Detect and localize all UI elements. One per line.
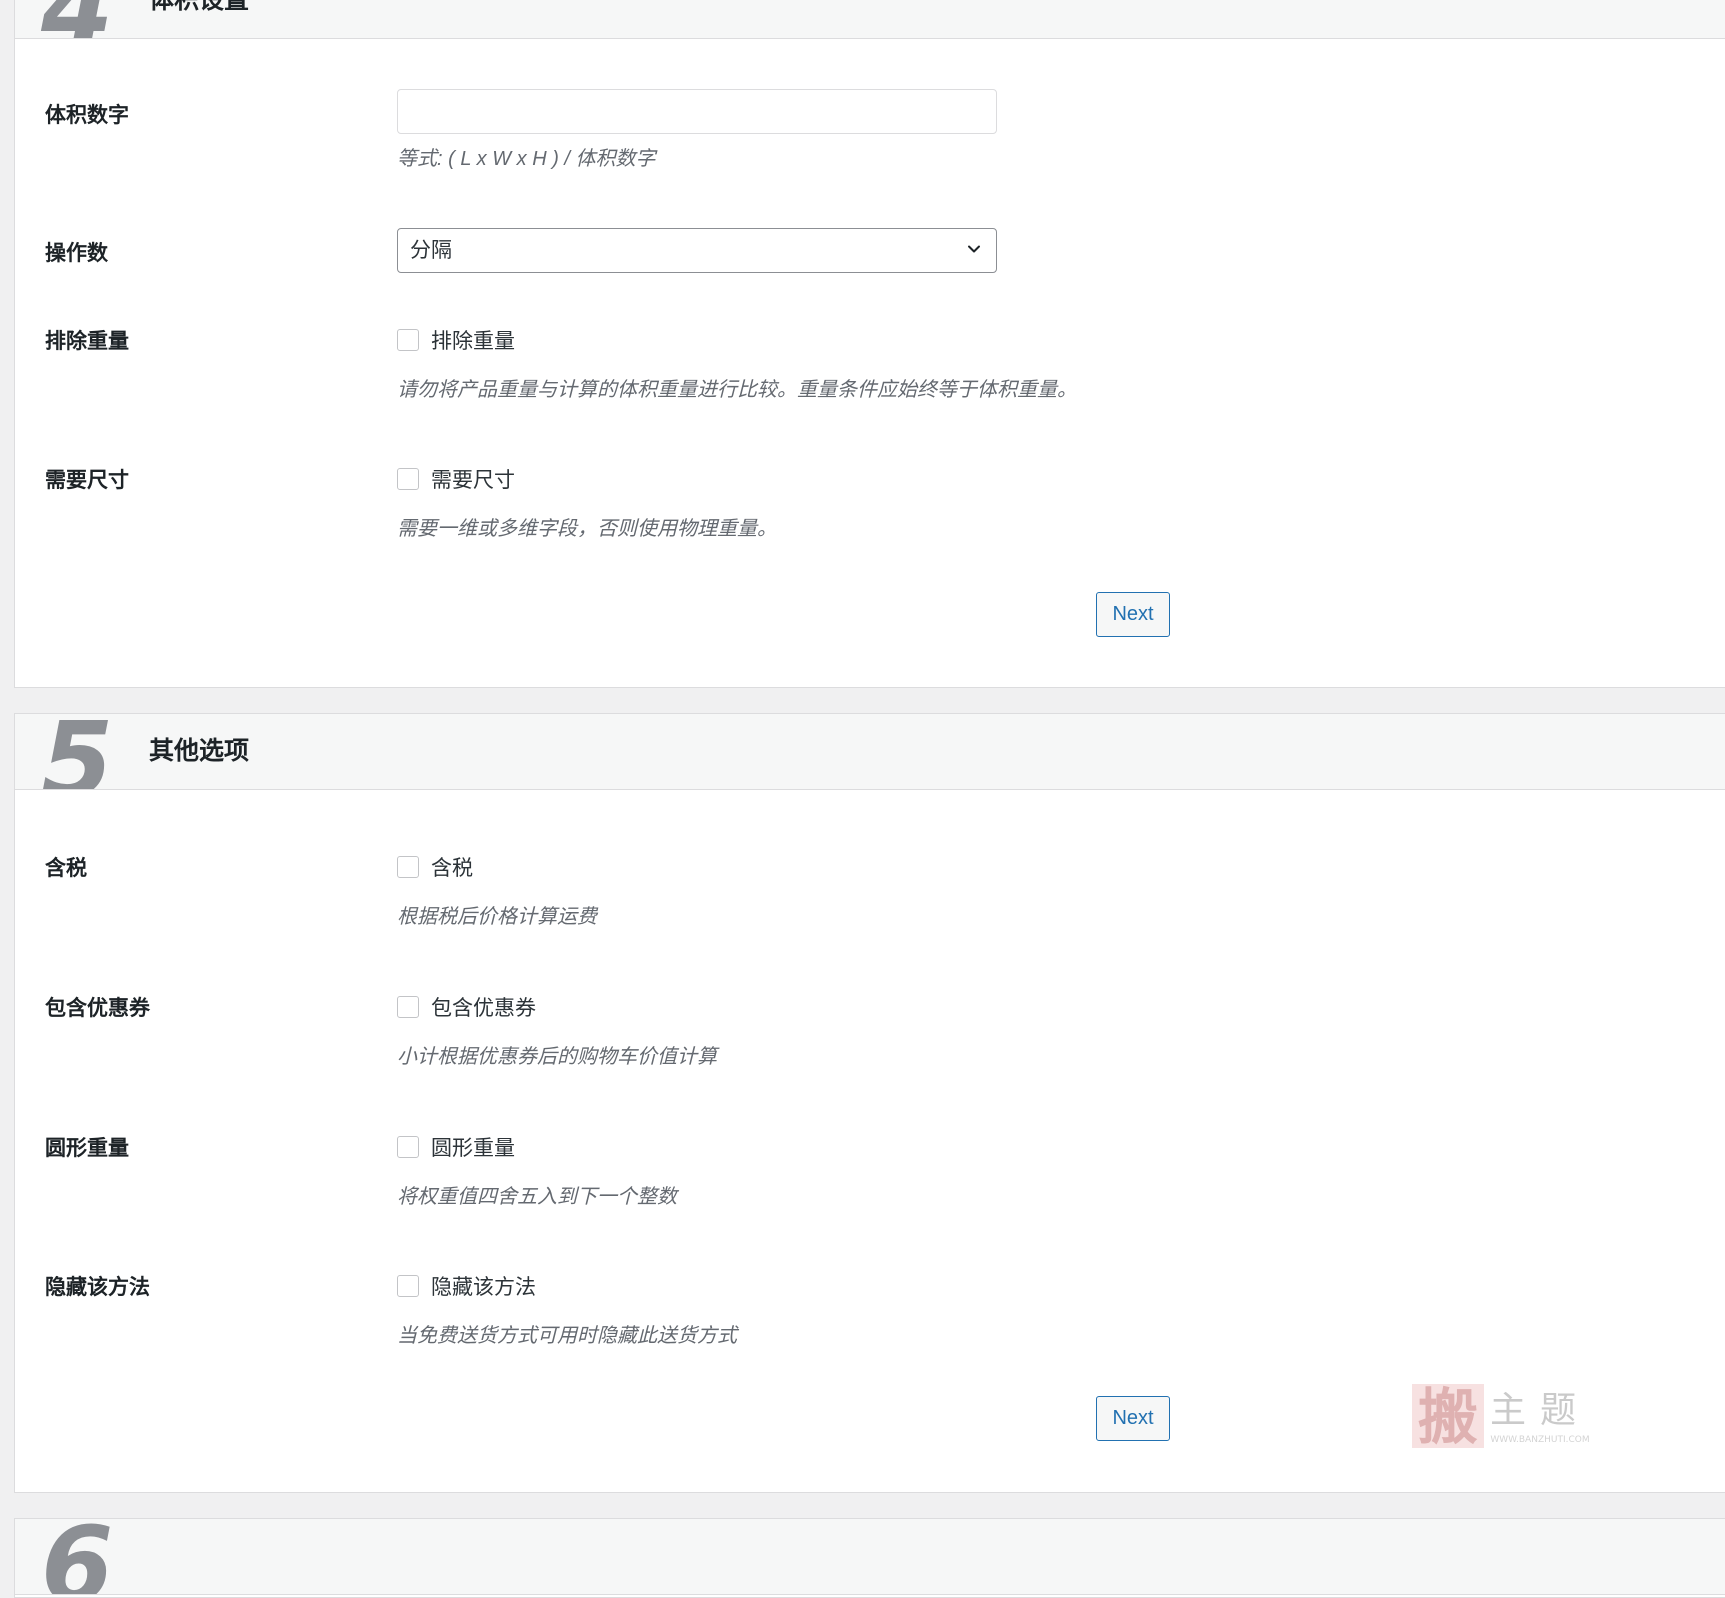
exclude-weight-checkbox[interactable] — [397, 329, 419, 351]
field-label: 含税 — [45, 857, 87, 880]
select-value: 分隔 — [410, 239, 452, 262]
section-volume-settings: 4 体积设置 体积数字 等式: ( L x W x H ) / 体积数字 操作数… — [14, 0, 1725, 688]
checkbox-label: 排除重量 — [431, 330, 515, 353]
field-operator: 分隔 — [397, 228, 997, 273]
round-weight-option[interactable]: 圆形重量 — [397, 1132, 677, 1162]
include-coupons-option[interactable]: 包含优惠券 — [397, 992, 717, 1022]
include-tax-option[interactable]: 含税 — [397, 852, 597, 882]
field-round-weight: 圆形重量 将权重值四舍五入到下一个整数 — [397, 1132, 677, 1209]
require-dimensions-option[interactable]: 需要尺寸 — [397, 464, 777, 494]
field-label: 包含优惠券 — [45, 997, 150, 1020]
next-button[interactable]: Next — [1096, 1396, 1170, 1441]
field-require-dimensions: 需要尺寸 需要一维或多维字段，否则使用物理重量。 — [397, 464, 777, 541]
section-other-options: 5 其他选项 含税 含税 根据税后价格计算运费 包含优惠券 包含优惠券 小计根据… — [14, 713, 1725, 1493]
svg-text:WWW.BANZHUTI.COM: WWW.BANZHUTI.COM — [1490, 1435, 1589, 1445]
section-title: 其他选项 — [149, 737, 250, 765]
field-description: 等式: ( L x W x H ) / 体积数字 — [397, 148, 656, 170]
hide-method-checkbox[interactable] — [397, 1275, 419, 1297]
step-number: 6 — [41, 1519, 113, 1595]
field-description: 需要一维或多维字段，否则使用物理重量。 — [397, 518, 777, 540]
section-header: 6 — [15, 1519, 1725, 1595]
include-coupons-checkbox[interactable] — [397, 996, 419, 1018]
field-volume-number: 等式: ( L x W x H ) / 体积数字 — [397, 89, 997, 171]
hide-method-option[interactable]: 隐藏该方法 — [397, 1271, 737, 1301]
field-description: 根据税后价格计算运费 — [397, 906, 597, 928]
section-header: 5 其他选项 — [15, 714, 1725, 790]
field-hide-method: 隐藏该方法 当免费送货方式可用时隐藏此送货方式 — [397, 1271, 737, 1348]
field-description: 将权重值四舍五入到下一个整数 — [397, 1186, 677, 1208]
field-description: 小计根据优惠券后的购物车价值计算 — [397, 1046, 717, 1068]
step-number: 5 — [41, 714, 113, 790]
checkbox-label: 需要尺寸 — [431, 469, 515, 492]
field-exclude-weight: 排除重量 请勿将产品重量与计算的体积重量进行比较。重量条件应始终等于体积重量。 — [397, 325, 1077, 402]
volume-number-input[interactable] — [397, 89, 997, 134]
field-label: 操作数 — [45, 242, 108, 265]
checkbox-label: 包含优惠券 — [431, 997, 536, 1020]
svg-text:搬: 搬 — [1418, 1383, 1478, 1452]
checkbox-label: 含税 — [431, 857, 473, 880]
field-label: 体积数字 — [45, 104, 129, 127]
field-label: 需要尺寸 — [45, 469, 129, 492]
require-dimensions-checkbox[interactable] — [397, 468, 419, 490]
checkbox-label: 隐藏该方法 — [431, 1276, 536, 1299]
svg-text:主题: 主题 — [1490, 1390, 1590, 1431]
watermark-logo: 搬 主题 WWW.BANZHUTI.COM — [1412, 1383, 1590, 1452]
field-label: 排除重量 — [45, 330, 129, 353]
chevron-down-icon — [968, 245, 980, 253]
field-include-tax: 含税 根据税后价格计算运费 — [397, 852, 597, 929]
field-label: 圆形重量 — [45, 1137, 129, 1160]
round-weight-checkbox[interactable] — [397, 1136, 419, 1158]
section-next: 6 — [14, 1518, 1725, 1598]
field-description: 当免费送货方式可用时隐藏此送货方式 — [397, 1325, 737, 1347]
field-include-coupons: 包含优惠券 小计根据优惠券后的购物车价值计算 — [397, 992, 717, 1069]
next-button[interactable]: Next — [1096, 592, 1170, 637]
section-title: 体积设置 — [149, 0, 250, 14]
include-tax-checkbox[interactable] — [397, 856, 419, 878]
field-label: 隐藏该方法 — [45, 1276, 150, 1299]
step-number: 4 — [41, 0, 113, 38]
checkbox-label: 圆形重量 — [431, 1137, 515, 1160]
operator-select[interactable]: 分隔 — [397, 228, 997, 273]
section-header: 4 体积设置 — [15, 0, 1725, 39]
field-description: 请勿将产品重量与计算的体积重量进行比较。重量条件应始终等于体积重量。 — [397, 379, 1077, 401]
exclude-weight-option[interactable]: 排除重量 — [397, 325, 1077, 355]
